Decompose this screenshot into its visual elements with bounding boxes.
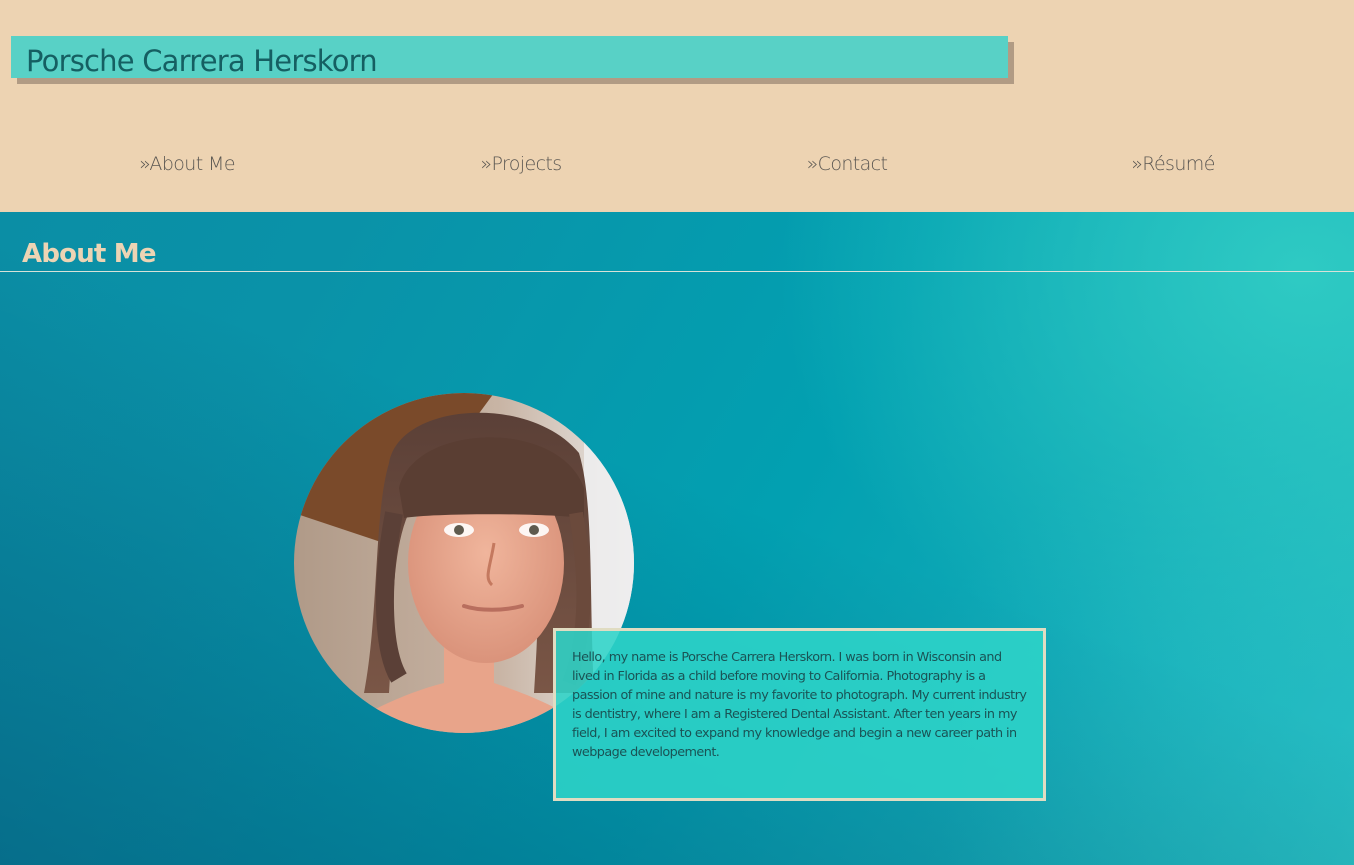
section-heading: About Me: [22, 239, 157, 269]
bio-card: Hello, my name is Porsche Carrera Hersko…: [553, 628, 1046, 801]
main-nav: »About Me »Projects »Contact »Résumé: [0, 150, 1354, 178]
about-section: About Me Hello, my name is Porsche Carre…: [0, 212, 1354, 865]
nav-link-projects[interactable]: »Projects: [480, 150, 562, 178]
section-divider: [0, 271, 1354, 272]
nav-link-contact[interactable]: »Contact: [807, 150, 888, 178]
nav-link-about-me[interactable]: »About Me: [139, 150, 235, 178]
title-banner: Porsche Carrera Herskorn: [11, 36, 1008, 78]
site-title: Porsche Carrera Herskorn: [26, 44, 378, 78]
site-header: Porsche Carrera Herskorn »About Me »Proj…: [0, 0, 1354, 212]
nav-link-resume[interactable]: »Résumé: [1131, 150, 1215, 178]
bio-paragraph: Hello, my name is Porsche Carrera Hersko…: [572, 650, 1027, 760]
